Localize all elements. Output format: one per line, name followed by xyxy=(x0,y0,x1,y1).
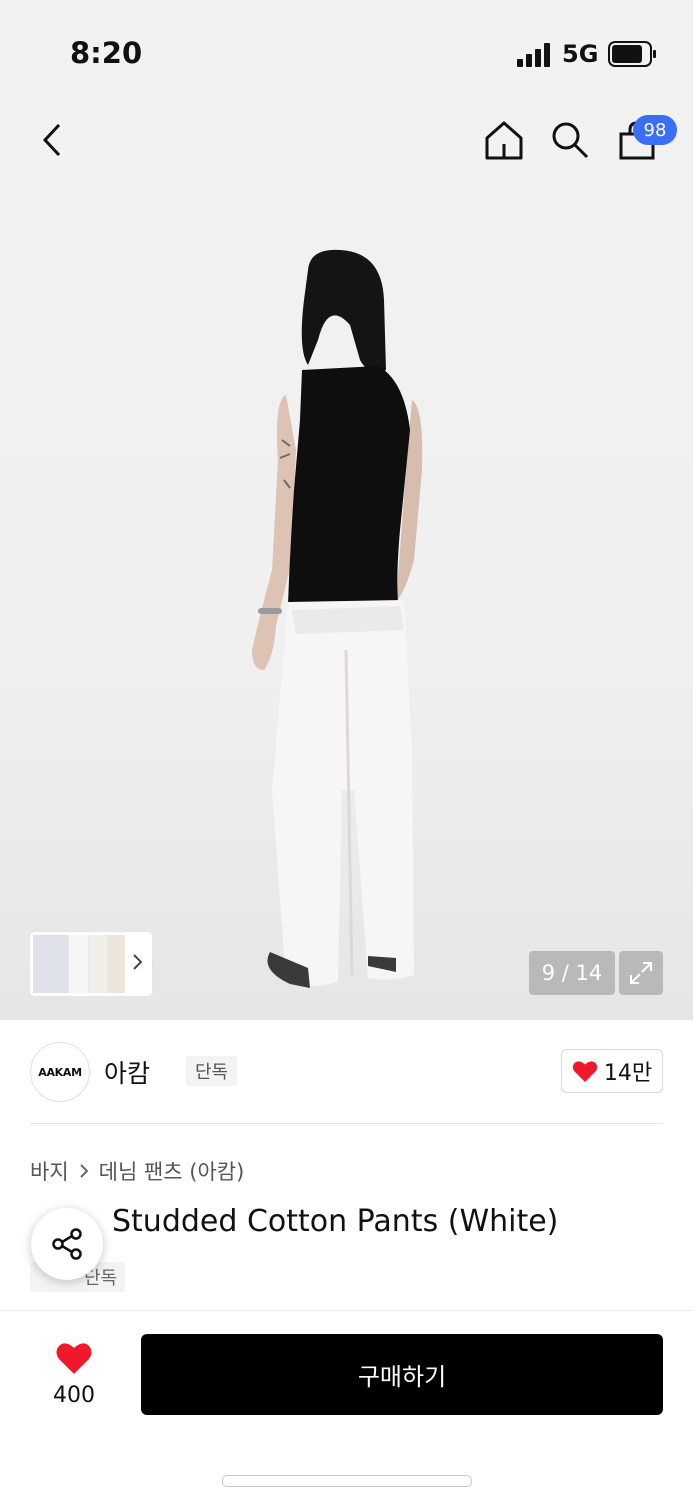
wishlist-button[interactable]: 400 xyxy=(34,1341,114,1408)
chevron-right-icon xyxy=(131,952,145,976)
chevron-left-icon xyxy=(42,123,61,157)
product-photo xyxy=(252,249,423,988)
thumbnail-strip[interactable] xyxy=(30,932,152,996)
brand-row: AAKAM 아캄 단독 14만 xyxy=(30,1040,663,1104)
status-time: 8:20 xyxy=(70,36,143,70)
home-icon xyxy=(485,121,523,160)
back-button[interactable] xyxy=(22,110,82,170)
breadcrumb: 바지 데님 팬츠 (아캄) xyxy=(30,1156,244,1186)
search-icon xyxy=(552,122,589,159)
share-button[interactable] xyxy=(31,1208,103,1280)
top-nav xyxy=(0,110,693,174)
bottom-action-bar: 400 구매하기 xyxy=(0,1310,693,1501)
battery-icon xyxy=(608,41,656,67)
search-button[interactable] xyxy=(540,110,600,170)
home-indicator xyxy=(222,1475,472,1487)
cart-count-badge: 98 xyxy=(633,115,677,145)
brand-name[interactable]: 아캄 xyxy=(104,1054,150,1090)
home-button[interactable] xyxy=(474,110,534,170)
exclusive-badge: 단독 xyxy=(186,1056,238,1086)
product-title-text: Studded Cotton Pants (White) xyxy=(112,1204,559,1239)
breadcrumb-category[interactable]: 바지 xyxy=(30,1156,69,1186)
wishlist-count: 400 xyxy=(53,1383,95,1408)
signal-icon xyxy=(517,43,553,67)
fullscreen-button[interactable] xyxy=(619,951,663,995)
brand-like-count: 14만 xyxy=(603,1061,653,1086)
thumbnail-images xyxy=(33,935,125,993)
breadcrumb-subcategory[interactable]: 데님 팬츠 (아캄) xyxy=(99,1156,245,1186)
status-bar: 8:20 5G xyxy=(0,0,693,100)
product-title: Studded Cotton Pants (White) xyxy=(30,1204,558,1239)
brand-logo[interactable]: AAKAM xyxy=(30,1042,90,1102)
heart-icon xyxy=(572,1061,598,1082)
share-icon xyxy=(52,1228,82,1260)
heart-icon xyxy=(56,1343,92,1374)
chevron-right-icon xyxy=(79,1164,89,1178)
expand-icon xyxy=(630,962,652,984)
divider xyxy=(30,1123,663,1124)
brand-like-button[interactable]: 14만 xyxy=(561,1049,663,1093)
image-counter: 9 / 14 xyxy=(529,951,615,995)
network-type: 5G xyxy=(562,40,599,68)
buy-button[interactable]: 구매하기 xyxy=(141,1334,663,1415)
